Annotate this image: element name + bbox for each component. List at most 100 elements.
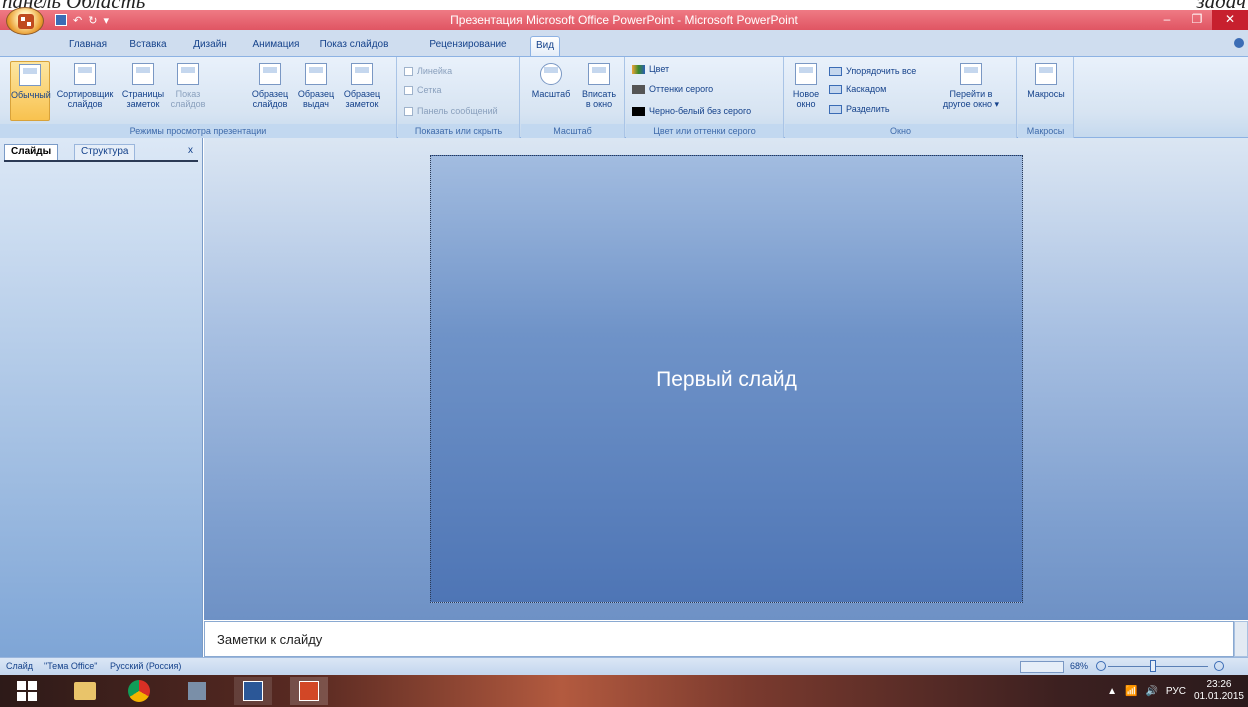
status-theme: "Тема Office" [44,661,98,671]
pane-close-icon[interactable]: x [182,144,199,160]
restore-button[interactable]: ❐ [1182,10,1212,30]
save-icon[interactable] [55,14,67,26]
checkbox-label: Сетка [417,85,442,95]
volume-icon[interactable]: 🔊 [1145,686,1157,697]
system-tray: ▲ 📶 🔊 РУС 23:26 01.01.2015 [1107,679,1244,703]
tab-slideshow[interactable]: Показ слайдов [312,36,396,56]
tab-design[interactable]: Дизайн [182,36,238,56]
qat-customize-icon[interactable]: ▾ [103,14,109,27]
button-label: Макросы [1027,89,1065,99]
title-bar: Презентация Microsoft Office PowerPoint … [0,10,1248,30]
macros-button[interactable]: Макросы [1024,61,1068,121]
button-label-2: слайдов [252,99,288,109]
new-window-icon [795,63,817,85]
button-label-2: другое окно ▾ [942,99,1000,109]
checkbox-label: Панель сообщений [417,106,498,116]
status-language[interactable]: Русский (Россия) [110,661,181,671]
group-zoom: Масштаб Вписать в окно Масштаб [521,57,625,138]
group-caption: Окно [785,124,1016,138]
taskbar: ▲ 📶 🔊 РУС 23:26 01.01.2015 [0,675,1248,707]
split-button[interactable]: Разделить [829,101,890,117]
clock[interactable]: 23:26 01.01.2015 [1194,679,1244,703]
doc-text-right: задач [1196,0,1246,10]
button-label: Каскадом [846,84,887,94]
file-explorer-icon[interactable] [66,677,104,705]
language-indicator[interactable]: РУС [1166,686,1186,697]
zoom-level[interactable]: 68% [1070,661,1088,671]
grayscale-option[interactable]: Оттенки серого [632,81,713,97]
cascade-icon [829,84,842,94]
cascade-button[interactable]: Каскадом [829,81,886,97]
ribbon-tabs: Главная Вставка Дизайн Анимация Показ сл… [0,30,1248,56]
black-white-option[interactable]: Черно-белый без серого [632,103,751,119]
slide-sorter-button[interactable]: Сортировщик слайдов [52,61,118,121]
group-show-hide: Линейка Сетка Панель сообщений Показать … [398,57,520,138]
app-icon[interactable] [178,677,216,705]
notes-scrollbar[interactable] [1234,621,1248,657]
undo-icon[interactable]: ↶ [73,14,82,27]
pane-tabs: Слайды Структура x [0,140,203,160]
checkbox-icon [404,66,413,76]
fit-window-button[interactable]: Вписать в окно [577,61,621,121]
start-windows-icon[interactable] [8,677,46,705]
slide-title[interactable]: Первый слайд [431,368,1022,392]
button-label: Упорядочить все [846,66,917,76]
zoom-slider[interactable] [1108,666,1208,667]
zoom-button[interactable]: Масштаб [527,61,575,121]
button-label-2: в окно [585,99,613,109]
help-icon[interactable] [1234,38,1244,48]
redo-icon[interactable]: ↻ [88,14,97,27]
button-label: Показ [175,89,201,99]
slideshow-button[interactable]: Показ слайдов [168,61,208,121]
close-button[interactable]: ✕ [1212,10,1248,30]
button-label-2: слайдов [67,99,103,109]
notes-pane[interactable]: Заметки к слайду [204,621,1234,657]
split-icon [829,104,842,114]
ribbon: Обычный Сортировщик слайдов Страницы зам… [0,56,1248,138]
slide-master-button[interactable]: Образец слайдов [248,61,292,121]
button-label-2: заметок [126,99,160,109]
tab-outline[interactable]: Структура [74,144,136,160]
status-bar: Слайд "Тема Office" Русский (Россия) 68% [0,657,1248,675]
arrange-all-button[interactable]: Упорядочить все [829,63,916,79]
view-buttons[interactable] [1020,661,1064,673]
slide-canvas[interactable]: Первый слайд [430,155,1023,603]
button-label-2: выдач [303,99,329,109]
button-label-2: слайдов [170,99,206,109]
zoom-slider-thumb[interactable] [1150,660,1156,672]
notes-master-button[interactable]: Образец заметок [340,61,384,121]
normal-view-button[interactable]: Обычный [10,61,51,121]
color-option[interactable]: Цвет [632,61,669,77]
tab-animation[interactable]: Анимация [244,36,308,56]
tab-home[interactable]: Главная [58,36,118,56]
group-macros: Макросы Макросы [1018,57,1074,138]
button-label-2: окно [796,99,816,109]
window-title: Презентация Microsoft Office PowerPoint … [450,13,798,27]
tab-view[interactable]: Вид [530,36,560,56]
button-label: Сортировщик [56,89,114,99]
ruler-checkbox[interactable]: Линейка [404,63,452,79]
black-white-icon [632,106,645,116]
color-icon [632,64,645,74]
zoom-in-icon[interactable] [1214,661,1224,671]
tab-slides[interactable]: Слайды [4,144,59,160]
grid-checkbox[interactable]: Сетка [404,82,441,98]
powerpoint-icon[interactable] [290,677,328,705]
word-icon[interactable] [234,677,272,705]
tab-review[interactable]: Рецензирование [422,36,514,56]
tray-arrow-icon[interactable]: ▲ [1107,686,1117,697]
notes-page-button[interactable]: Страницы заметок [120,61,166,121]
macros-icon [1035,63,1057,85]
network-icon[interactable]: 📶 [1125,686,1137,697]
new-window-button[interactable]: Новое окно [787,61,825,121]
minimize-button[interactable]: – [1152,10,1182,30]
office-button[interactable] [6,7,44,35]
button-label: Вписать [581,89,617,99]
message-bar-checkbox[interactable]: Панель сообщений [404,103,498,119]
zoom-out-icon[interactable] [1096,661,1106,671]
handout-master-button[interactable]: Образец выдач [294,61,338,121]
switch-windows-button[interactable]: Перейти в другое окно ▾ [937,61,1005,121]
tab-insert[interactable]: Вставка [118,36,178,56]
button-label: Страницы [121,89,165,99]
chrome-icon[interactable] [120,677,158,705]
